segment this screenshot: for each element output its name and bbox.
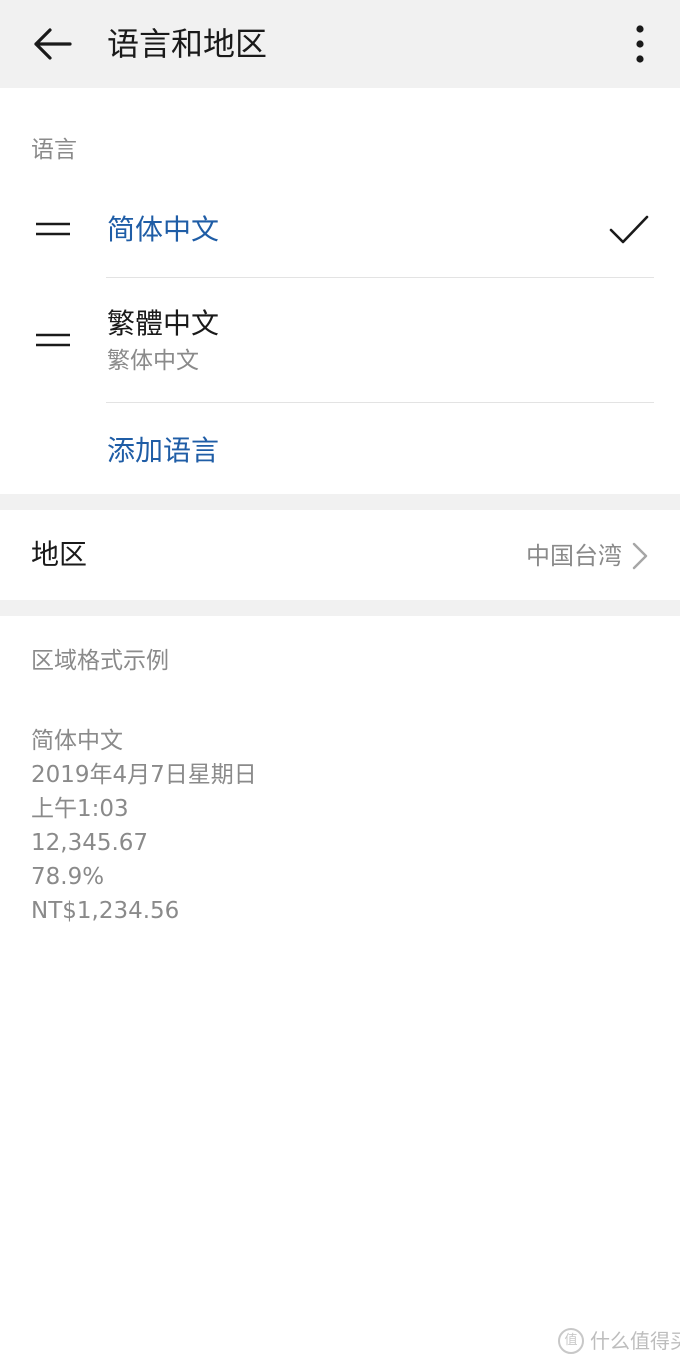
app-bar: 语言和地区 [0,0,680,88]
example-date: 2019年4月7日星期日 [31,762,257,788]
format-examples-header: 区域格式示例 [31,648,169,674]
region-row[interactable]: 地区 中国台湾 [0,510,680,600]
example-currency: NT$1,234.56 [31,898,180,924]
section-gap [0,600,680,616]
region-value: 中国台湾 [526,542,622,570]
language-subtitle: 繁体中文 [107,348,199,374]
checkmark-icon [609,215,649,244]
back-button[interactable] [22,20,82,68]
section-gap [0,494,680,510]
language-item-traditional-chinese[interactable]: 繁體中文 繁体中文 [0,278,680,402]
language-name: 简体中文 [107,213,220,246]
divider [106,402,654,403]
example-language: 简体中文 [31,728,123,754]
add-language-button[interactable]: 添加语言 [107,432,219,470]
format-examples-list: 简体中文 2019年4月7日星期日 上午1:03 12,345.67 78.9%… [31,724,257,928]
language-section-header: 语言 [31,137,77,163]
chevron-right-icon [632,542,648,570]
language-item-simplified-chinese[interactable]: 简体中文 [0,190,680,276]
arrow-left-icon [34,28,72,60]
watermark-badge-icon: 值 [558,1328,584,1354]
drag-handle-icon[interactable] [34,205,72,253]
example-percent: 78.9% [31,864,105,890]
region-label: 地区 [31,538,88,571]
watermark: 值 什么值得买 [558,1328,680,1354]
example-number: 12,345.67 [31,830,149,856]
more-vertical-icon [636,25,644,63]
language-name: 繁體中文 [107,307,220,340]
more-options-button[interactable] [616,18,664,70]
page-title: 语言和地区 [107,25,268,63]
watermark-text: 什么值得买 [590,1329,680,1353]
drag-handle-icon[interactable] [34,316,72,364]
example-time: 上午1:03 [31,796,129,822]
